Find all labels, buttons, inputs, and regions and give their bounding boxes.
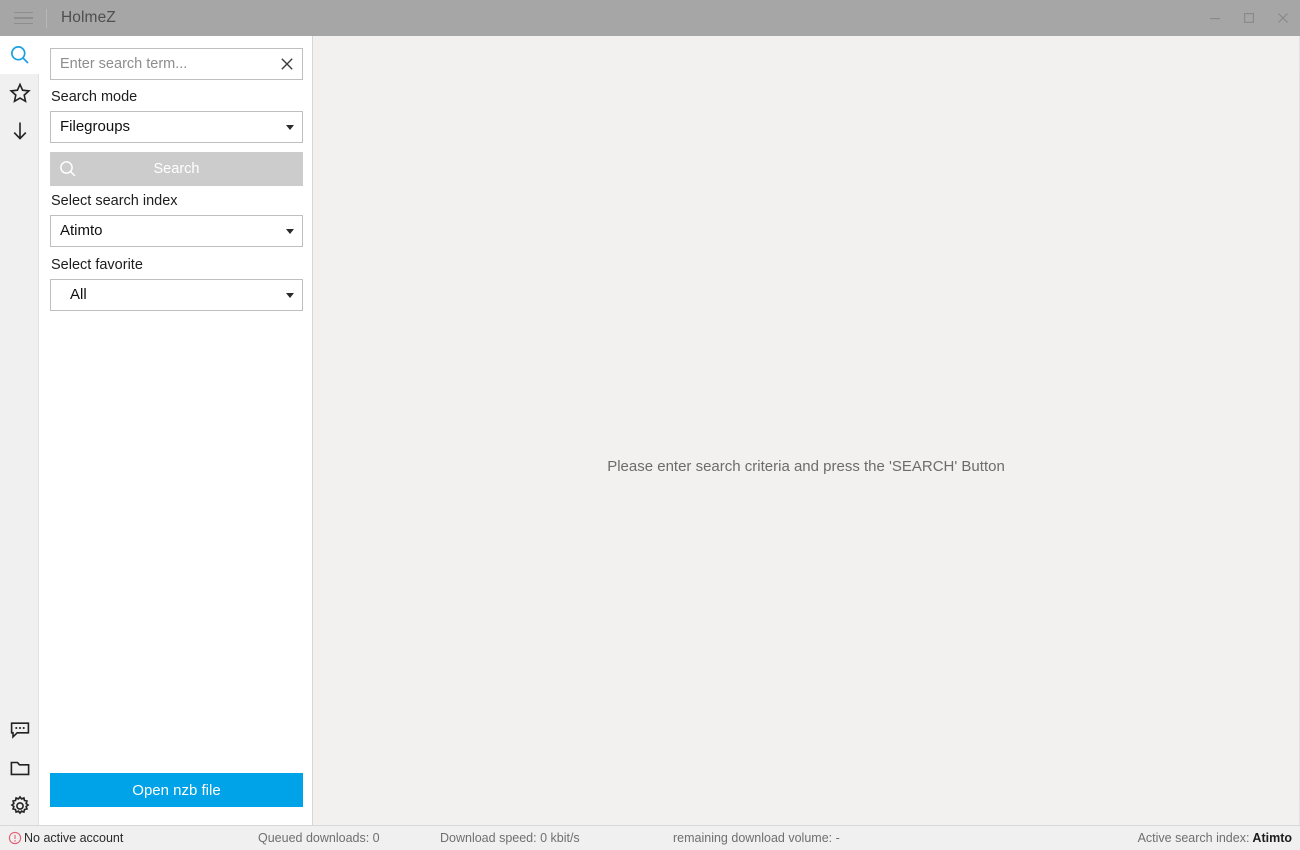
chevron-down-icon — [286, 229, 294, 234]
search-button[interactable]: Search — [50, 152, 303, 186]
star-icon — [9, 82, 31, 104]
status-download-speed: Download speed: 0 kbit/s — [440, 831, 580, 845]
sidebar-item-favorites[interactable] — [0, 74, 39, 112]
status-account: No active account — [8, 831, 123, 845]
status-queued-downloads: Queued downloads: 0 — [258, 831, 380, 845]
window-controls — [1198, 0, 1300, 36]
title-bar: HolmeZ — [0, 0, 1300, 36]
chat-bubble-icon — [9, 719, 31, 741]
sidebar-item-messages[interactable] — [0, 711, 39, 749]
rail-bottom-group — [0, 711, 38, 825]
status-active-index-label: Active search index: — [1138, 831, 1250, 845]
search-mode-select[interactable]: Filegroups — [50, 111, 303, 143]
search-icon — [9, 44, 31, 66]
status-active-index: Active search index: Atimto — [1138, 831, 1292, 845]
sidebar-item-settings[interactable] — [0, 787, 39, 825]
rail-spacer — [0, 150, 38, 711]
spacer — [50, 247, 303, 254]
sidebar-item-files[interactable] — [0, 749, 39, 787]
chevron-down-icon — [286, 125, 294, 130]
hamburger-menu-icon[interactable] — [0, 0, 46, 36]
status-active-index-value: Atimto — [1252, 831, 1292, 845]
empty-state-message: Please enter search criteria and press t… — [313, 458, 1299, 475]
open-nzb-file-button[interactable]: Open nzb file — [50, 773, 303, 807]
search-button-label: Search — [154, 161, 200, 177]
maximize-button[interactable] — [1232, 0, 1266, 36]
main-body: Search mode Filegroups Search Select sea… — [0, 36, 1300, 825]
search-mode-label: Search mode — [51, 88, 303, 106]
clear-search-icon[interactable] — [272, 49, 302, 79]
arrow-down-icon — [9, 120, 31, 142]
favorite-value: All — [60, 286, 280, 304]
search-mode-value: Filegroups — [60, 118, 280, 136]
search-term-field[interactable] — [50, 48, 303, 80]
title-divider — [46, 9, 47, 28]
search-index-select[interactable]: Atimto — [50, 215, 303, 247]
status-account-label: No active account — [24, 831, 123, 845]
search-panel: Search mode Filegroups Search Select sea… — [39, 36, 313, 825]
close-button[interactable] — [1266, 0, 1300, 36]
chevron-down-icon — [286, 293, 294, 298]
minimize-button[interactable] — [1198, 0, 1232, 36]
sidebar-item-search[interactable] — [0, 36, 39, 74]
page-title: HolmeZ — [61, 9, 116, 27]
panel-filler — [39, 311, 312, 773]
results-area: Please enter search criteria and press t… — [313, 36, 1300, 825]
favorite-select[interactable]: All — [50, 279, 303, 311]
search-panel-form: Search mode Filegroups Search Select sea… — [39, 48, 312, 311]
gear-icon — [9, 795, 31, 817]
sidebar-item-downloads[interactable] — [0, 112, 39, 150]
status-bar: No active account Queued downloads: 0 Do… — [0, 825, 1300, 850]
rail-top-group — [0, 36, 38, 150]
search-icon — [58, 159, 78, 179]
folder-icon — [9, 757, 31, 779]
status-remaining-volume: remaining download volume: - — [673, 831, 840, 845]
search-index-label: Select search index — [51, 192, 303, 210]
search-input[interactable] — [60, 56, 272, 72]
search-index-value: Atimto — [60, 222, 280, 240]
favorite-label: Select favorite — [51, 256, 303, 274]
warning-circle-icon — [8, 831, 22, 845]
application-window: HolmeZ — [0, 0, 1300, 850]
icon-rail — [0, 36, 39, 825]
